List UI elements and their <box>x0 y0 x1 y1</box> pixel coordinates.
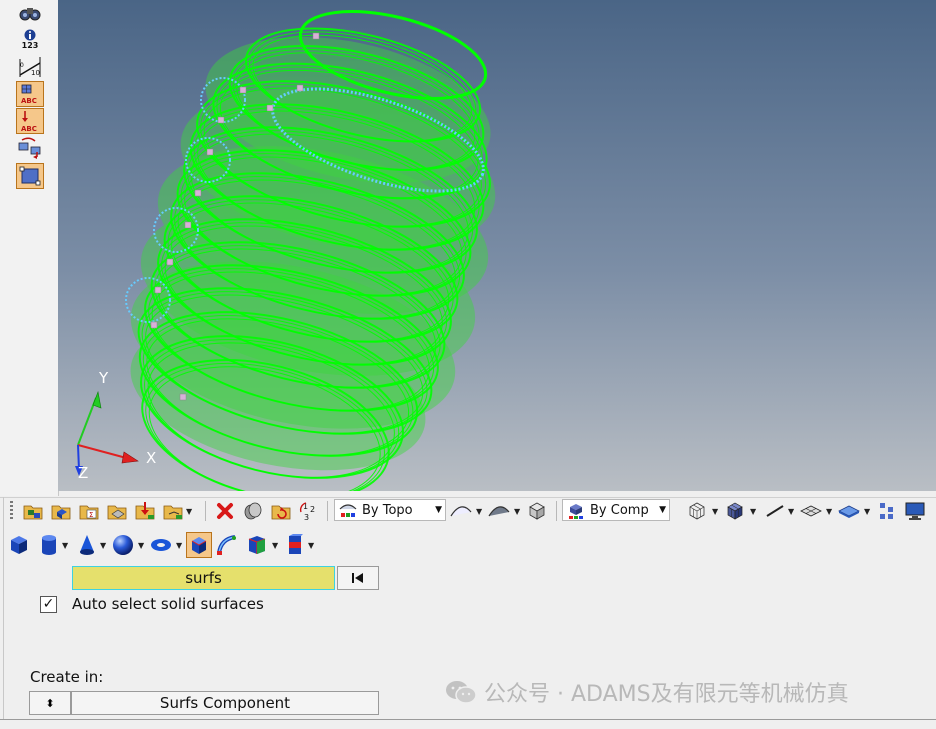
cube-solid-icon[interactable] <box>6 532 32 558</box>
label-abc-grid-icon[interactable]: ABC <box>16 81 44 107</box>
cylinder-icon[interactable]: ▼ <box>36 532 68 558</box>
skip-back-icon <box>352 573 363 583</box>
folder-reload-icon[interactable] <box>268 498 294 524</box>
node-marker <box>312 32 320 40</box>
svg-text:ABC: ABC <box>21 125 37 133</box>
renumber-icon[interactable]: 123 <box>296 498 322 524</box>
boolean-icon[interactable]: ▼ <box>282 532 314 558</box>
cone-icon[interactable]: ▼ <box>74 532 106 558</box>
plane-mesh-icon[interactable]: ▼ <box>798 498 832 524</box>
graphics-viewport[interactable]: Y X Z <box>58 0 936 491</box>
mesh-wireframe-icon[interactable]: ▼ <box>684 498 718 524</box>
svg-text:Σ: Σ <box>89 511 93 519</box>
node-marker <box>166 258 174 266</box>
node-marker <box>194 189 202 197</box>
node-marker <box>154 286 162 294</box>
node-marker <box>296 84 304 92</box>
main-toolbar: Σ ▼ 123 By Topo ▼ ▼ ▼ By Comp ▼ ▼ ▼ ▼ ▼ … <box>0 497 936 526</box>
toolbar-grip[interactable] <box>10 501 13 521</box>
element-tree-icon[interactable] <box>874 498 900 524</box>
display-monitor-icon[interactable] <box>902 498 928 524</box>
folder-components-icon[interactable] <box>20 498 46 524</box>
node-marker <box>150 321 158 329</box>
split-solid-icon[interactable]: ▼ <box>244 532 278 558</box>
toolbar-separator <box>556 501 557 521</box>
sweep-icon[interactable] <box>214 532 240 558</box>
info-123-icon[interactable]: 123 <box>16 26 44 52</box>
delete-icon[interactable] <box>212 498 238 524</box>
svg-text:3: 3 <box>304 513 309 522</box>
topo-color-combo[interactable]: By Topo ▼ <box>334 499 446 521</box>
comp-combo-value: By Comp <box>590 502 649 518</box>
line-display-icon[interactable]: ▼ <box>762 498 794 524</box>
node-marker <box>206 148 214 156</box>
ruler-measure-icon[interactable]: 10 0 <box>16 54 44 80</box>
surface-wire-icon[interactable]: ▼ <box>448 498 482 524</box>
frame-select-icon[interactable] <box>16 163 44 189</box>
auto-select-label: Auto select solid surfaces <box>72 595 264 613</box>
axis-z-label: Z <box>78 464 89 482</box>
left-toolbar: 123 10 0 ABC ABC <box>0 0 59 496</box>
binoculars-icon[interactable] <box>16 0 44 26</box>
node-marker <box>179 393 187 401</box>
label-abc-pin-icon[interactable]: ABC <box>16 108 44 134</box>
info-123-label: 123 <box>21 40 39 50</box>
torus-icon[interactable]: ▼ <box>148 532 182 558</box>
surface-shaded-icon[interactable]: ▼ <box>486 498 520 524</box>
spring-model <box>58 0 936 491</box>
auto-select-checkbox[interactable]: ✓ <box>40 595 57 613</box>
reset-collector-button[interactable] <box>337 566 379 590</box>
create-in-label: Create in: <box>30 668 104 686</box>
chevron-down-icon: ▼ <box>659 505 666 515</box>
svg-text:0: 0 <box>20 62 24 69</box>
axis-x-label: X <box>146 449 157 467</box>
mesh-shaded-icon[interactable]: ▼ <box>722 498 756 524</box>
svg-text:2: 2 <box>310 505 315 514</box>
folder-mesh-icon[interactable] <box>104 498 130 524</box>
toolbar-separator <box>205 501 206 521</box>
folder-solid-icon[interactable] <box>48 498 74 524</box>
auto-select-row: ✓ Auto select solid surfaces <box>40 594 264 614</box>
node-marker <box>239 86 247 94</box>
wechat-icon <box>446 681 477 704</box>
reorient-icon[interactable] <box>16 135 44 161</box>
plane-shaded-icon[interactable]: ▼ <box>836 498 870 524</box>
sphere-icon[interactable]: ▼ <box>110 532 144 558</box>
node-marker <box>266 104 274 112</box>
watermark-text: 公众号 · ADAMS及有限元等机械仿真 <box>484 682 849 707</box>
surfs-collector[interactable]: surfs <box>72 566 335 590</box>
create-in-selector[interactable]: Surfs Component <box>71 691 379 715</box>
create-in-switch[interactable]: ⬍ <box>29 691 71 715</box>
node-marker <box>217 116 225 124</box>
updown-icon: ⬍ <box>45 696 55 710</box>
folder-import-icon[interactable] <box>132 498 158 524</box>
comp-color-combo[interactable]: By Comp ▼ <box>562 499 670 521</box>
box-selected-icon[interactable] <box>186 532 212 558</box>
mask-icon[interactable] <box>240 498 266 524</box>
node-marker <box>184 221 192 229</box>
watermark: 公众号 · ADAMS及有限元等机械仿真 <box>444 676 849 708</box>
topo-combo-value: By Topo <box>362 502 413 518</box>
toolbar-separator <box>327 501 328 521</box>
solid-transparency-icon[interactable] <box>524 498 550 524</box>
svg-text:10: 10 <box>31 69 40 77</box>
folder-export-icon[interactable]: ▼ <box>160 498 192 524</box>
solid-primitives-toolbar: ▼ ▼ ▼ ▼ ▼ ▼ <box>0 532 936 562</box>
panel-left-border <box>3 497 4 719</box>
svg-text:ABC: ABC <box>21 97 37 105</box>
axis-y-label: Y <box>99 369 109 387</box>
panel-bottom-border <box>0 719 936 720</box>
chevron-down-icon: ▼ <box>435 505 442 515</box>
folder-sum-icon[interactable]: Σ <box>76 498 102 524</box>
